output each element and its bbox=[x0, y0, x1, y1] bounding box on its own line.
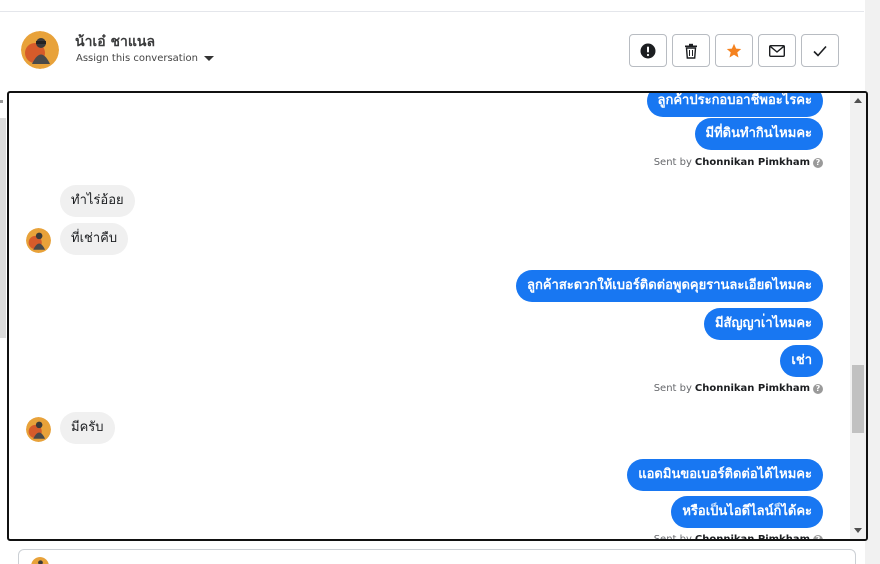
sent-by-prefix: Sent by bbox=[653, 383, 692, 394]
message-outgoing: เช่า bbox=[780, 345, 823, 377]
exclamation-icon bbox=[640, 43, 656, 58]
assign-label: Assign this conversation bbox=[76, 53, 198, 64]
sent-by-prefix: Sent by bbox=[653, 157, 692, 168]
contact-avatar-small bbox=[26, 228, 51, 253]
envelope-icon bbox=[769, 44, 785, 57]
message-outgoing: ลูกค้าสะดวกให้เบอร์ติดต่อพูดคุยรานละเอีย… bbox=[515, 270, 823, 302]
sent-by-prefix: Sent by bbox=[653, 534, 692, 541]
contact-avatar[interactable] bbox=[21, 31, 59, 69]
message-thread[interactable]: ลูกค้าประกอบอาชีพอะไรคะ มีที่ดินทำกินไหม… bbox=[7, 91, 868, 541]
contact-name: น้าเอ๋ ชาแนล bbox=[75, 34, 156, 50]
scroll-down-arrow-icon[interactable] bbox=[854, 528, 862, 533]
agent-avatar bbox=[31, 557, 49, 564]
left-edge-scroll bbox=[0, 118, 6, 338]
thread-scrollbar[interactable] bbox=[850, 93, 866, 539]
checkmark-icon bbox=[813, 45, 827, 57]
message-outgoing: ลูกค้าประกอบอาชีพอะไรคะ bbox=[646, 93, 823, 117]
message-incoming: มีครับ bbox=[60, 412, 115, 444]
message-outgoing: หรือเป็นไอดีไลน์ก็ได้คะ bbox=[671, 496, 823, 528]
scroll-thumb[interactable] bbox=[852, 365, 864, 433]
header-actions bbox=[629, 34, 839, 67]
message-incoming: ที่เช่าคืบ bbox=[60, 223, 129, 255]
help-icon[interactable]: ? bbox=[813, 383, 823, 394]
help-icon[interactable]: ? bbox=[813, 157, 823, 168]
help-icon[interactable]: ? bbox=[813, 534, 823, 539]
contact-avatar-small bbox=[26, 417, 51, 442]
left-edge-marker bbox=[0, 100, 3, 103]
message-outgoing: มีที่ดินทำกินไหมคะ bbox=[694, 118, 823, 150]
caret-down-icon bbox=[203, 56, 214, 61]
sent-by-info: Sent by Chonnikan Pimkham ? bbox=[654, 157, 823, 168]
star-icon bbox=[726, 43, 742, 57]
reply-composer[interactable] bbox=[18, 549, 856, 564]
message-outgoing: มีสัญญาเ่าไหมคะ bbox=[703, 308, 823, 340]
sent-by-info: Sent by Chonnikan Pimkham ? bbox=[654, 383, 823, 394]
mark-spam-button[interactable] bbox=[629, 34, 667, 67]
message-incoming: ทำไร่อ้อย bbox=[60, 185, 135, 217]
message-outgoing: แอดมินขอเบอร์ติดต่อได้ไหมคะ bbox=[627, 459, 823, 491]
star-button[interactable] bbox=[715, 34, 753, 67]
mark-done-button[interactable] bbox=[801, 34, 839, 67]
scroll-up-arrow-icon[interactable] bbox=[854, 98, 862, 103]
delete-button[interactable] bbox=[672, 34, 710, 67]
sent-by-name: Chonnikan Pimkham bbox=[694, 157, 810, 168]
trash-icon bbox=[685, 43, 697, 59]
sent-by-info: Sent by Chonnikan Pimkham ? bbox=[653, 534, 823, 541]
conversation-header: น้าเอ๋ ชาแนล Assign this conversation bbox=[8, 12, 858, 88]
assign-conversation-dropdown[interactable]: Assign this conversation bbox=[76, 53, 214, 64]
mark-unread-button[interactable] bbox=[758, 34, 796, 67]
sent-by-name: Chonnikan Pimkham bbox=[694, 534, 810, 541]
sent-by-name: Chonnikan Pimkham bbox=[694, 383, 810, 394]
